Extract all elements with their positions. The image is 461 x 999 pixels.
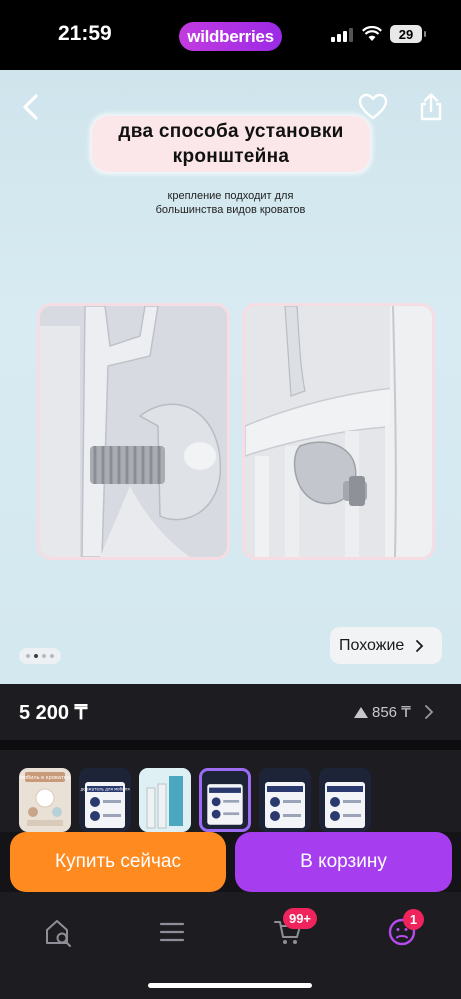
gallery-dot bbox=[42, 654, 46, 658]
gallery-dots bbox=[19, 648, 61, 664]
share-icon[interactable] bbox=[414, 90, 448, 124]
battery-level: 29 bbox=[398, 26, 414, 42]
buy-now-button[interactable]: Купить сейчас bbox=[10, 832, 226, 892]
subline-2: большинства видов кроватов bbox=[155, 204, 306, 216]
headline-box: два способа установки кронштейна bbox=[92, 116, 370, 172]
back-arrow-icon[interactable] bbox=[14, 90, 48, 124]
menu-icon[interactable] bbox=[152, 914, 192, 950]
similar-button[interactable]: Похожие bbox=[330, 627, 442, 664]
status-time: 21:59 bbox=[58, 22, 112, 45]
subline-1: крепление подходит для bbox=[167, 190, 294, 202]
cellular-signal-icon bbox=[331, 28, 353, 42]
cart-badge: 99+ bbox=[283, 908, 317, 929]
variant-thumbnails: мобиль в кроватку держатель для мобиля bbox=[0, 750, 461, 832]
thumbnail-4[interactable] bbox=[199, 768, 251, 832]
gallery-dot-active bbox=[34, 654, 38, 658]
product-image-gallery[interactable]: два способа установки кронштейна креплен… bbox=[0, 70, 461, 684]
similar-label: Похожие bbox=[339, 636, 405, 654]
status-bar: 21:59 wildberries 29 bbox=[0, 0, 461, 70]
profile-badge: 1 bbox=[403, 909, 424, 930]
current-price: 5 200 ₸ bbox=[19, 702, 88, 724]
headline-line-2: кронштейна bbox=[172, 146, 290, 167]
photo-bracket-closeup bbox=[37, 303, 230, 560]
thumbnail-1[interactable]: мобиль в кроватку bbox=[19, 768, 71, 832]
gallery-dot bbox=[26, 654, 30, 658]
home-indicator bbox=[148, 983, 312, 988]
thumbnail-5[interactable] bbox=[259, 768, 311, 832]
add-to-cart-button[interactable]: В корзину bbox=[235, 832, 452, 892]
thumbnail-2[interactable]: держатель для мобиля bbox=[79, 768, 131, 832]
price-bar[interactable]: 5 200 ₸ 856 ₸ bbox=[0, 684, 461, 740]
thumbnail-6[interactable] bbox=[319, 768, 371, 832]
headline-line-1: два способа установки bbox=[118, 121, 344, 142]
chevron-right-icon bbox=[416, 639, 424, 652]
divider bbox=[0, 740, 461, 750]
photo-bracket-on-crib bbox=[242, 303, 435, 560]
battery-icon: 29 bbox=[390, 25, 426, 43]
price-up-icon bbox=[354, 706, 368, 718]
chevron-right-icon[interactable] bbox=[424, 704, 434, 720]
thumbnail-3[interactable] bbox=[139, 768, 191, 832]
wifi-icon bbox=[362, 26, 382, 41]
gallery-dot bbox=[50, 654, 54, 658]
thumbnail-2-text: держатель для мобиля bbox=[80, 787, 130, 792]
app-brand-pill[interactable]: wildberries bbox=[179, 22, 282, 51]
old-price-value: 856 ₸ bbox=[372, 704, 411, 721]
old-price: 856 ₸ bbox=[354, 703, 411, 721]
home-search-icon[interactable] bbox=[38, 914, 78, 950]
thumbnail-1-text: мобиль в кроватку bbox=[20, 775, 70, 781]
